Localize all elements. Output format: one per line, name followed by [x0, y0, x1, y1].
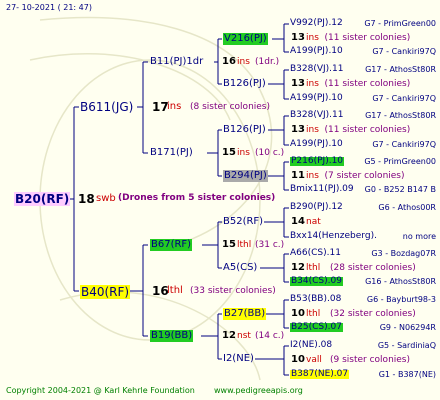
right-queen[interactable]: A199(PJ).10	[290, 140, 343, 149]
right-origin-code: G6 - Athos00R	[378, 203, 436, 212]
lvl1-queen-1[interactable]: B611(JG)	[80, 101, 133, 113]
right-note: (11 sister colonies)	[324, 125, 411, 135]
right-ins: lthl	[306, 263, 321, 273]
right-origin-code: G7 - Cankiri97Q	[372, 47, 436, 56]
right-gen: 10	[291, 308, 305, 319]
right-ins: ins	[306, 125, 319, 135]
pedigree-chart: 27- 10-2021 ( 21: 47) B20(RF) 18 swb (Dr…	[0, 0, 440, 400]
lvl2-ins-4: nst	[237, 331, 251, 341]
right-note: (9 sister colonies)	[330, 355, 411, 365]
right-queen[interactable]: B34(CS).09	[290, 277, 343, 286]
right-note: (28 sister colonies)	[330, 263, 416, 273]
right-queen[interactable]: Bmix11(PJ).09	[290, 185, 354, 194]
lvl2-gen-4: 12	[222, 330, 236, 341]
lvl3-queen-2[interactable]: B126(PJ)	[223, 79, 266, 89]
right-queen[interactable]: B25(CS).07	[290, 323, 343, 332]
right-gen: 12	[291, 262, 305, 273]
right-ins: ins	[306, 79, 319, 89]
right-queen[interactable]: B328(VJ).11	[290, 111, 344, 120]
right-ins: ins	[306, 171, 319, 181]
lvl2-queen-1[interactable]: B11(PJ)1dr	[150, 57, 203, 67]
lvl3-queen-7[interactable]: B27(BB)	[223, 308, 267, 320]
right-note: (7 sister colonies)	[324, 171, 405, 181]
right-gen: 13	[291, 124, 305, 135]
right-note: (11 sister colonies)	[324, 79, 411, 89]
right-note: (11 sister colonies)	[324, 33, 411, 43]
lvl2-ins-3: lthl	[237, 240, 252, 250]
right-queen[interactable]: Bxx14(Henzeberg).	[290, 232, 377, 241]
right-gen: 13	[291, 78, 305, 89]
lvl1-note-1: (8 sister colonies)	[190, 102, 271, 112]
lvl2-gen-2: 15	[222, 147, 236, 158]
copyright: Copyright 2004-2021 @ Karl Kehrle Founda…	[6, 386, 195, 395]
right-origin-code: G5 - SardiniaQ	[377, 341, 436, 350]
right-origin-code: G7 - Cankiri97Q	[372, 140, 436, 149]
right-ins: vall	[306, 355, 322, 365]
right-queen[interactable]: V992(PJ).12	[290, 19, 343, 28]
right-origin-code: G9 - N06294R	[379, 323, 436, 332]
right-origin-code: no more	[402, 232, 436, 241]
lvl3-queen-4[interactable]: B294(PJ)	[223, 170, 268, 182]
lvl3-queen-5[interactable]: B52(RF)	[223, 217, 263, 227]
right-origin-code: G16 - AthosSt80R	[365, 277, 436, 286]
right-queen[interactable]: P216(PJ).10	[290, 157, 345, 166]
right-queen[interactable]: I2(NE).08	[290, 341, 332, 350]
root-gen: 18	[78, 192, 95, 206]
right-queen[interactable]: B290(PJ).12	[290, 203, 343, 212]
root-ins: swb	[96, 193, 116, 204]
right-queen[interactable]: A66(CS).11	[290, 249, 341, 258]
lvl3-queen-8[interactable]: I2(NE)	[223, 354, 254, 364]
right-queen[interactable]: A199(PJ).10	[290, 94, 343, 103]
lvl1-ins-1: ins	[167, 101, 182, 112]
right-queen[interactable]: B387(NE).07	[290, 370, 350, 379]
timestamp: 27- 10-2021 ( 21: 47)	[6, 3, 92, 12]
lvl2-note-1: (1dr.)	[255, 57, 280, 67]
lvl2-gen-1: 16	[222, 56, 236, 67]
lvl1-queen-2[interactable]: B40(RF)	[80, 285, 131, 299]
lvl1-ins-2: lthl	[167, 285, 183, 296]
lvl2-ins-1: ins	[237, 57, 250, 67]
lvl2-queen-3[interactable]: B67(RF)	[150, 239, 193, 251]
right-origin-code: G5 - PrimGreen00	[364, 157, 436, 166]
right-ins: nat	[306, 217, 321, 227]
website-link[interactable]: www.pedigreeapis.org	[214, 387, 303, 395]
root-note: (Drones from 5 sister colonies)	[118, 193, 276, 203]
right-note: (32 sister colonies)	[330, 309, 416, 319]
lvl2-note-3: (31 c.)	[255, 240, 285, 250]
lvl2-ins-2: ins	[237, 148, 250, 158]
right-ins: lthl	[306, 309, 321, 319]
lvl1-note-2: (33 sister colonies)	[190, 286, 276, 296]
right-origin-code: G17 - AthosSt80R	[365, 65, 436, 74]
right-origin-code: G0 - B252 B147 B	[364, 185, 436, 194]
lvl2-note-4: (14 c.)	[255, 331, 285, 341]
lvl3-queen-6[interactable]: A5(CS)	[223, 263, 257, 273]
right-origin-code: G1 - B387(NE)	[378, 370, 436, 379]
right-gen: 14	[291, 216, 305, 227]
root-queen[interactable]: B20(RF)	[14, 192, 71, 206]
lvl3-queen-3[interactable]: B126(PJ)	[223, 125, 266, 135]
right-origin-code: G17 - AthosSt80R	[365, 111, 436, 120]
right-ins: ins	[306, 33, 319, 43]
lvl2-queen-2[interactable]: B171(PJ)	[150, 148, 193, 158]
lvl2-queen-4[interactable]: B19(BB)	[150, 330, 194, 342]
right-queen[interactable]: B53(BB).08	[290, 295, 341, 304]
right-origin-code: G7 - PrimGreen00	[364, 19, 436, 28]
right-gen: 11	[291, 170, 305, 181]
right-origin-code: G7 - Cankiri97Q	[372, 94, 436, 103]
right-gen: 13	[291, 32, 305, 43]
lvl2-note-2: (10 c.)	[255, 148, 285, 158]
right-queen[interactable]: B328(VJ).11	[290, 65, 344, 74]
lvl3-queen-1[interactable]: V216(PJ)	[223, 33, 268, 45]
right-queen[interactable]: A199(PJ).10	[290, 47, 343, 56]
right-gen: 10	[291, 354, 305, 365]
right-origin-code: G3 - Bozdag07R	[371, 249, 436, 258]
lvl2-gen-3: 15	[222, 239, 236, 250]
right-origin-code: G6 - Bayburt98-3	[366, 295, 436, 304]
